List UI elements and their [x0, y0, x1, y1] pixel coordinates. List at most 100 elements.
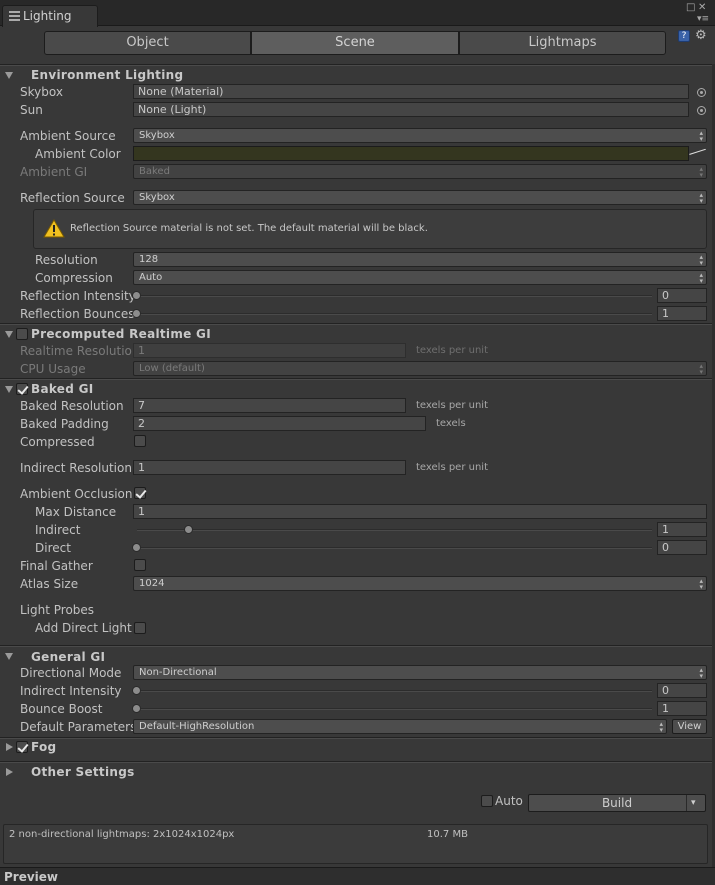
baked-resolution-field[interactable]: 7	[133, 398, 406, 413]
warning-text: Reflection Source material is not set. T…	[70, 223, 428, 234]
directional-mode-dropdown[interactable]: Non-Directional ▴ ▾	[133, 665, 707, 680]
compressed-checkbox[interactable]	[134, 435, 146, 447]
ambient-color-label: Ambient Color	[35, 147, 121, 161]
baked-resolution-label: Baked Resolution	[20, 399, 124, 413]
reflection-intensity-label: Reflection Intensity	[20, 289, 136, 303]
add-direct-light-checkbox[interactable]	[134, 622, 146, 634]
precomputed-gi-checkbox[interactable]	[16, 328, 28, 340]
object-picker-icon[interactable]	[697, 106, 706, 115]
final-gather-checkbox[interactable]	[134, 559, 146, 571]
fog-checkbox[interactable]	[16, 741, 28, 753]
indirect-intensity-slider-knob[interactable]	[132, 686, 141, 695]
auto-label: Auto	[495, 794, 523, 808]
ambient-source-value: Skybox	[139, 130, 175, 141]
baked-gi-checkbox[interactable]	[16, 383, 28, 395]
indirect-resolution-field[interactable]: 1	[133, 460, 406, 475]
reflection-intensity-field[interactable]: 0	[657, 288, 707, 303]
directional-mode-label: Directional Mode	[20, 666, 122, 680]
dropdown-arrows-icon: ▴ ▾	[699, 577, 703, 591]
indirect-resolution-unit: texels per unit	[416, 462, 488, 473]
reflection-bounces-slider-track[interactable]	[137, 313, 652, 315]
help-book-icon[interactable]: ?	[678, 30, 690, 42]
indirect-slider-track[interactable]	[137, 529, 652, 531]
reflection-intensity-slider-knob[interactable]	[132, 291, 141, 300]
atlas-size-dropdown[interactable]: 1024 ▴ ▾	[133, 576, 707, 591]
bounce-boost-slider-knob[interactable]	[132, 704, 141, 713]
window-titlebar	[0, 0, 715, 26]
foldout-precomputed-icon[interactable]	[5, 331, 13, 338]
compression-dropdown[interactable]: Auto ▴ ▾	[133, 270, 707, 285]
dropdown-arrows-icon: ▴ ▾	[699, 362, 703, 376]
indirect-field[interactable]: 1	[657, 522, 707, 537]
default-parameters-dropdown[interactable]: Default-HighResolution ▴ ▾	[133, 719, 667, 734]
default-parameters-value: Default-HighResolution	[139, 721, 255, 732]
gear-icon[interactable]: ⚙	[695, 28, 707, 43]
reflection-bounces-field[interactable]: 1	[657, 306, 707, 321]
auto-checkbox[interactable]	[481, 795, 493, 807]
ambient-occlusion-checkbox[interactable]	[134, 487, 146, 499]
tab-scene[interactable]: Scene	[251, 31, 459, 55]
directional-mode-value: Non-Directional	[139, 667, 217, 678]
lighting-tab[interactable]: Lighting	[2, 5, 98, 27]
ambient-gi-value: Baked	[139, 166, 170, 177]
build-button-label: Build	[601, 796, 633, 810]
lighting-tab-label: Lighting	[23, 9, 72, 23]
compression-value: Auto	[139, 272, 163, 283]
lightmap-info-box: 2 non-directional lightmaps: 2x1024x1024…	[3, 824, 708, 864]
precomputed-gi-header: Precomputed Realtime GI	[31, 327, 211, 341]
direct-label: Direct	[35, 541, 71, 555]
direct-field[interactable]: 0	[657, 540, 707, 555]
realtime-resolution-unit: texels per unit	[416, 345, 488, 356]
baked-padding-field[interactable]: 2	[133, 416, 426, 431]
reflection-source-dropdown[interactable]: Skybox ▴ ▾	[133, 190, 707, 205]
indirect-slider-knob[interactable]	[183, 525, 193, 534]
add-direct-light-label: Add Direct Light	[35, 621, 132, 635]
indirect-intensity-slider-track[interactable]	[137, 690, 652, 692]
ambient-source-dropdown[interactable]: Skybox ▴ ▾	[133, 128, 707, 143]
indirect-resolution-label: Indirect Resolution	[20, 461, 132, 475]
compressed-label: Compressed	[20, 435, 95, 449]
reflection-bounces-slider-knob[interactable]	[132, 309, 141, 318]
bounce-boost-slider-track[interactable]	[137, 708, 652, 710]
foldout-general-icon[interactable]	[5, 653, 13, 660]
baked-padding-label: Baked Padding	[20, 417, 109, 431]
ambient-occlusion-label: Ambient Occlusion	[20, 487, 133, 501]
bounce-boost-field[interactable]: 1	[657, 701, 707, 716]
close-icon[interactable]: ✕	[698, 3, 706, 13]
view-button[interactable]: View	[672, 719, 707, 734]
tab-object[interactable]: Object	[44, 31, 251, 55]
dropdown-arrows-icon: ▴ ▾	[699, 129, 703, 143]
resolution-label: Resolution	[35, 253, 98, 267]
general-gi-header: General GI	[31, 650, 106, 664]
reflection-intensity-slider-track[interactable]	[137, 295, 652, 297]
foldout-baked-icon[interactable]	[5, 386, 13, 393]
preview-bar[interactable]: Preview	[0, 867, 715, 885]
lightmaps-info-text: 2 non-directional lightmaps: 2x1024x1024…	[9, 829, 235, 840]
sun-field[interactable]: None (Light)	[133, 102, 689, 117]
dropdown-arrows-icon: ▴ ▾	[699, 271, 703, 285]
maximize-icon[interactable]: □	[686, 3, 695, 13]
indirect-intensity-field[interactable]: 0	[657, 683, 707, 698]
ambient-color-swatch[interactable]	[133, 146, 689, 161]
eyedropper-icon[interactable]: ╱	[689, 144, 705, 160]
foldout-environment-icon[interactable]	[5, 72, 13, 79]
foldout-fog-icon[interactable]	[6, 743, 13, 751]
max-distance-field[interactable]: 1	[133, 504, 707, 519]
object-picker-icon[interactable]	[697, 88, 706, 97]
lightmaps-size-text: 10.7 MB	[427, 829, 468, 840]
resolution-dropdown[interactable]: 128 ▴ ▾	[133, 252, 707, 267]
build-dropdown-icon[interactable]: ▾	[691, 795, 696, 811]
skybox-field[interactable]: None (Material)	[133, 84, 689, 99]
direct-slider-knob[interactable]	[132, 543, 141, 552]
foldout-other-icon[interactable]	[6, 768, 13, 776]
dropdown-arrows-icon: ▴ ▾	[699, 165, 703, 179]
tab-lightmaps[interactable]: Lightmaps	[459, 31, 666, 55]
build-button[interactable]: Build ▾	[528, 794, 706, 812]
direct-slider-track[interactable]	[137, 547, 652, 549]
atlas-size-label: Atlas Size	[20, 577, 79, 591]
indirect-label: Indirect	[35, 523, 81, 537]
tab-menu-icon[interactable]: ▾≡	[697, 14, 709, 24]
final-gather-label: Final Gather	[20, 559, 93, 573]
dropdown-arrows-icon: ▴ ▾	[699, 191, 703, 205]
reflection-source-label: Reflection Source	[20, 191, 125, 205]
